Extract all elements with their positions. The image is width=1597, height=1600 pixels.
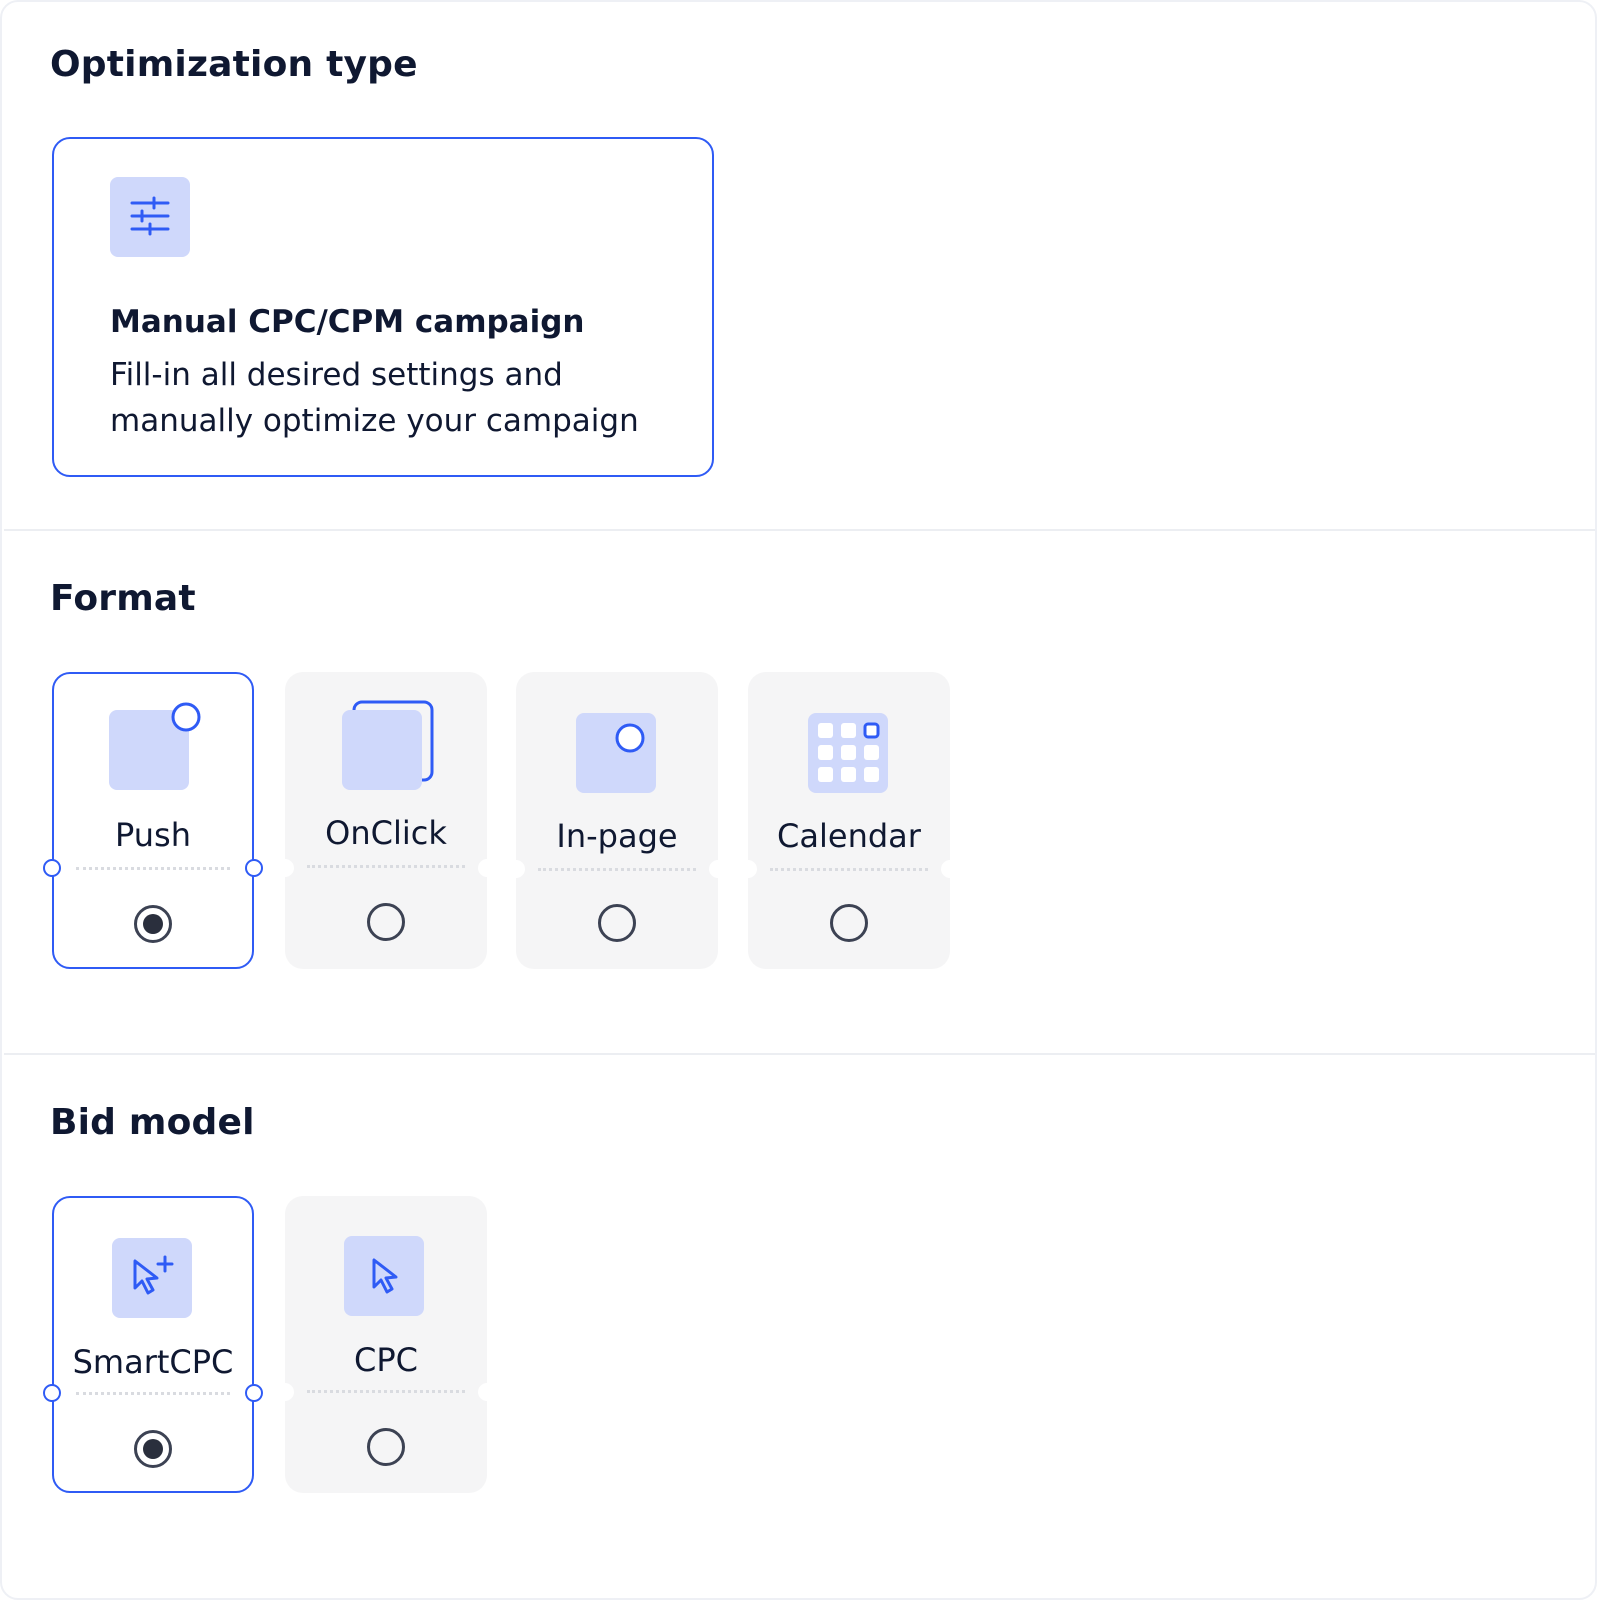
- format-label: In-page: [556, 817, 678, 855]
- cursor-plus-icon: [54, 1198, 252, 1323]
- calendar-radio[interactable]: [830, 904, 868, 942]
- cursor-icon: [285, 1196, 487, 1321]
- ticket-divider: [307, 865, 465, 868]
- ticket-notch-left: [43, 859, 61, 877]
- bid-option-smartcpc[interactable]: SmartCPC: [43, 1196, 263, 1493]
- format-label: OnClick: [325, 814, 447, 852]
- section-divider: [4, 1053, 1595, 1055]
- ticket-notch-left: [276, 859, 294, 877]
- format-title: Format: [50, 578, 196, 619]
- inpage-icon: [516, 672, 718, 797]
- onclick-radio[interactable]: [367, 903, 405, 941]
- ticket-notch-right: [709, 860, 727, 878]
- ticket-notch-left: [43, 1384, 61, 1402]
- format-label: Push: [115, 816, 191, 854]
- format-label: Calendar: [777, 817, 921, 855]
- ticket-notch-right: [478, 859, 496, 877]
- smartcpc-radio[interactable]: [134, 1430, 172, 1468]
- ticket-notch-left: [507, 860, 525, 878]
- format-option-onclick[interactable]: OnClick: [276, 672, 496, 969]
- format-option-push[interactable]: Push: [43, 672, 263, 969]
- ticket-notch-right: [941, 860, 959, 878]
- ticket-notch-right: [245, 1384, 263, 1402]
- bid-option-cpc[interactable]: CPC: [276, 1196, 496, 1493]
- inpage-radio[interactable]: [598, 904, 636, 942]
- sliders-icon: [110, 177, 190, 257]
- bid-label: CPC: [354, 1341, 418, 1379]
- bid-model-title: Bid model: [50, 1102, 255, 1143]
- ticket-divider: [76, 867, 230, 870]
- format-option-inpage[interactable]: In-page: [507, 672, 727, 969]
- manual-cpc-cpm-card[interactable]: Manual CPC/CPM campaign Fill-in all desi…: [52, 137, 714, 477]
- ticket-divider: [307, 1390, 465, 1393]
- card-title: Manual CPC/CPM campaign: [110, 304, 585, 340]
- section-divider: [4, 529, 1595, 531]
- campaign-settings-panel: Optimization type Manual CPC/CPM campaig…: [0, 0, 1597, 1600]
- bid-label: SmartCPC: [72, 1343, 234, 1381]
- format-option-calendar[interactable]: Calendar: [739, 672, 959, 969]
- ticket-notch-left: [739, 860, 757, 878]
- onclick-icon: [285, 672, 487, 797]
- push-radio[interactable]: [134, 905, 172, 943]
- cpc-radio[interactable]: [367, 1428, 405, 1466]
- ticket-divider: [770, 868, 928, 871]
- card-description: Fill-in all desired settings and manuall…: [110, 357, 639, 439]
- optimization-type-title: Optimization type: [50, 44, 418, 85]
- ticket-divider: [76, 1392, 230, 1395]
- ticket-divider: [538, 868, 696, 871]
- ticket-notch-right: [245, 859, 263, 877]
- ticket-notch-left: [276, 1383, 294, 1401]
- push-icon: [54, 674, 252, 799]
- ticket-notch-right: [478, 1383, 496, 1401]
- calendar-icon: [748, 672, 950, 797]
